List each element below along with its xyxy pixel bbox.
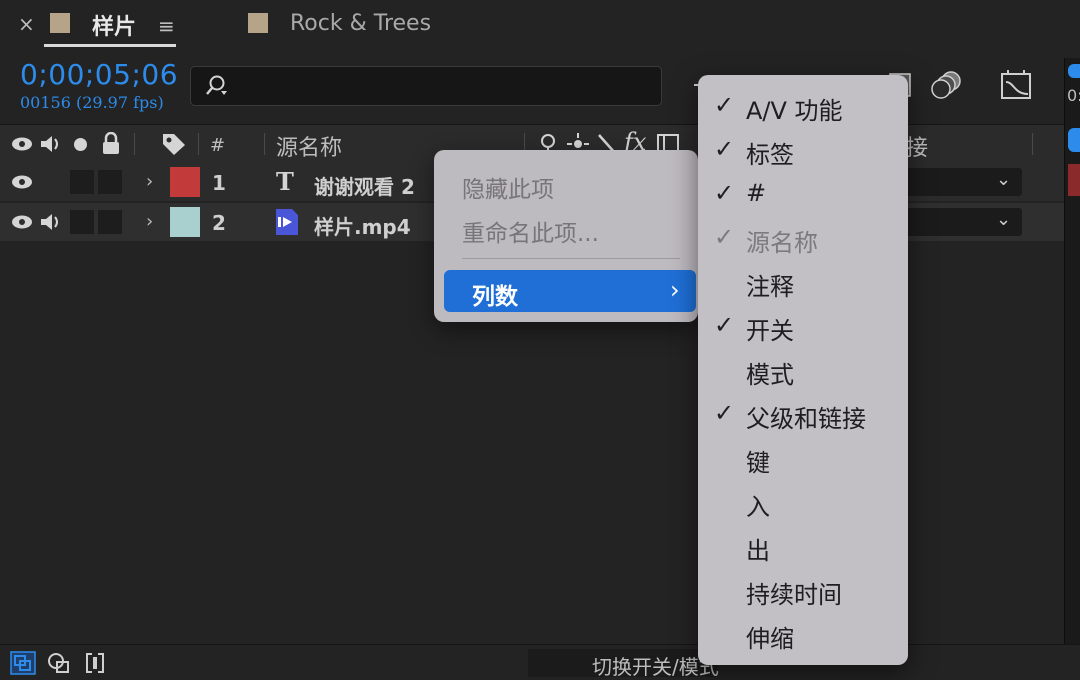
label-tag-icon[interactable] — [160, 131, 188, 157]
motion-blur-icon[interactable] — [930, 68, 964, 102]
menu-item-hide-column[interactable]: 隐藏此项 — [462, 170, 554, 204]
column-option-item[interactable]: 模式 — [746, 355, 794, 390]
layer-audio-speaker-icon[interactable] — [38, 211, 64, 233]
column-option-item: 源名称 — [746, 229, 818, 257]
checkmark-icon: ✓ — [714, 91, 735, 119]
tab-yangpian[interactable]: 样片 — [92, 9, 136, 41]
layer-name[interactable]: 谢谢观看 2 — [314, 171, 415, 200]
menu-separator — [462, 258, 680, 259]
expand-chevron-icon[interactable]: › — [146, 171, 153, 192]
layer-label-color[interactable] — [170, 207, 200, 237]
column-option-item[interactable]: 标签 — [746, 135, 794, 170]
graph-editor-icon[interactable] — [1000, 68, 1034, 102]
search-input[interactable] — [190, 66, 662, 106]
chevron-down-icon: ⌄ — [996, 209, 1012, 230]
layer-bar-fragment[interactable] — [1068, 164, 1080, 196]
lock-switch[interactable] — [98, 210, 122, 234]
active-tab-indicator — [44, 44, 176, 47]
parent-dropdown[interactable]: ⌄ — [892, 208, 1022, 236]
frame-count: 00156 (29.97 fps) — [20, 93, 164, 112]
source-name-column-header[interactable]: 源名称 — [276, 130, 342, 162]
lock-switch[interactable] — [98, 170, 122, 194]
layer-switches-toggle-icon[interactable] — [10, 651, 36, 675]
checkmark-icon: ✓ — [714, 135, 735, 163]
work-area-handle[interactable] — [1068, 128, 1080, 152]
submenu-arrow-icon: › — [670, 276, 680, 304]
audio-speaker-icon[interactable] — [38, 133, 64, 155]
menu-item-rename-column[interactable]: 重命名此项... — [462, 214, 599, 248]
layer-visibility-eye-icon[interactable] — [10, 172, 34, 192]
expand-chevron-icon[interactable]: › — [146, 211, 153, 232]
chevron-down-icon: ⌄ — [996, 169, 1012, 190]
checkmark-icon: ✓ — [714, 311, 735, 339]
checkmark-icon: ✓ — [714, 223, 735, 251]
column-option-item[interactable]: 开关 — [746, 311, 794, 346]
menu-item-columns[interactable]: 列数 › — [444, 270, 696, 312]
tab-rock-trees[interactable]: Rock & Trees — [290, 11, 431, 36]
layer-name[interactable]: 样片.mp4 — [314, 211, 411, 240]
column-option-item[interactable]: 键 — [746, 443, 770, 478]
solo-switch[interactable] — [70, 170, 94, 194]
column-option-item[interactable]: # — [746, 179, 766, 207]
layer-number: 2 — [212, 211, 226, 235]
column-option-item[interactable]: 父级和链接 — [746, 399, 866, 434]
close-tab-icon[interactable]: × — [18, 12, 35, 36]
column-option-item[interactable]: A/V 功能 — [746, 91, 843, 126]
current-time-display[interactable]: 0;00;05;06 — [20, 58, 178, 91]
transfer-controls-icon[interactable] — [46, 651, 72, 675]
bottom-toolbar: 切换开关/模式 — [0, 644, 1080, 679]
column-option-item[interactable]: 注释 — [746, 267, 794, 302]
checkmark-icon: ✓ — [714, 179, 735, 207]
columns-submenu: ✓ A/V 功能 ✓ 标签 ✓ # ✓ 源名称注释 ✓ 开关模式 ✓ 父级和链接键入出持续时间伸缩 — [698, 75, 908, 665]
column-option-item[interactable]: 入 — [746, 487, 770, 522]
layer-number: 1 — [212, 171, 226, 195]
parent-dropdown[interactable]: ⌄ — [892, 168, 1022, 196]
number-column-header[interactable]: # — [210, 135, 225, 156]
video-eye-icon[interactable] — [10, 134, 34, 154]
column-option-item[interactable]: 出 — [746, 531, 770, 566]
search-icon — [206, 75, 227, 95]
timeline-edge: 0: — [1064, 58, 1080, 644]
tab2-color-swatch — [248, 13, 268, 33]
checkmark-icon: ✓ — [714, 399, 735, 427]
panel-menu-icon[interactable]: ≡ — [158, 14, 175, 38]
video-file-icon — [276, 209, 298, 235]
lock-icon[interactable] — [100, 132, 122, 156]
tab-bar: × 样片 ≡ Rock & Trees — [0, 0, 1080, 50]
solo-switch[interactable] — [70, 210, 94, 234]
in-out-toggle-icon[interactable] — [82, 651, 108, 675]
parent-link-column-header[interactable]: 接 — [906, 130, 928, 162]
solo-dot-icon[interactable] — [74, 138, 87, 151]
layer-visibility-eye-icon[interactable] — [10, 212, 34, 232]
text-layer-icon: T — [276, 167, 294, 196]
tab-color-swatch — [50, 13, 70, 33]
column-option-item[interactable]: 伸缩 — [746, 619, 794, 654]
ruler-label-fragment: 0: — [1067, 86, 1080, 105]
context-menu: 隐藏此项 重命名此项... 列数 › — [434, 150, 698, 322]
time-navigator-handle[interactable] — [1068, 64, 1080, 78]
menu-item-columns-label: 列数 — [472, 284, 518, 310]
column-option-item[interactable]: 持续时间 — [746, 575, 842, 610]
layer-label-color[interactable] — [170, 167, 200, 197]
